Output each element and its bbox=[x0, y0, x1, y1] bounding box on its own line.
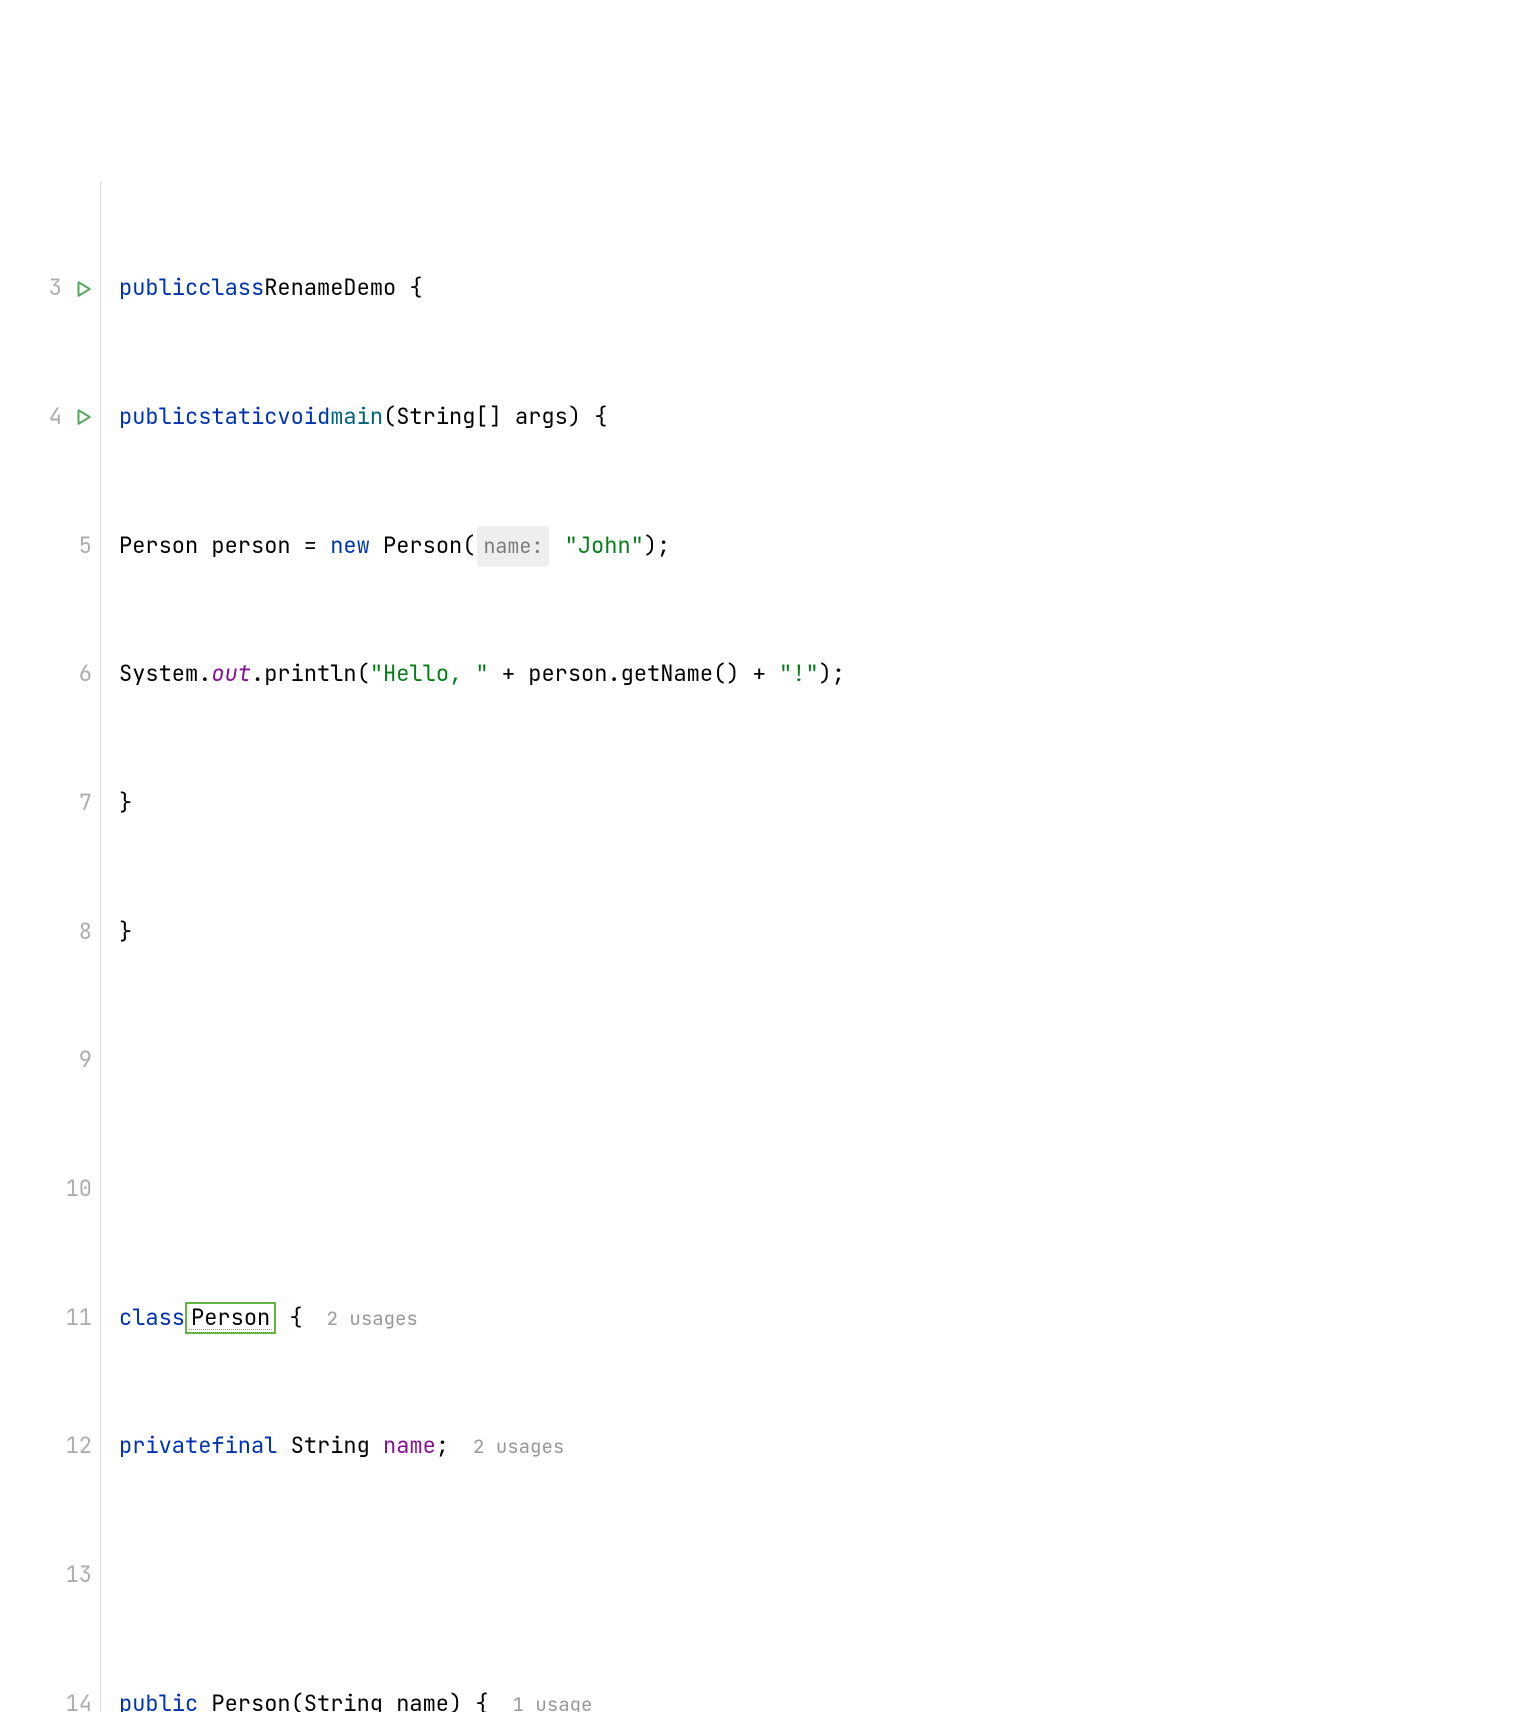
run-icon[interactable] bbox=[74, 280, 92, 298]
line-number: 9 bbox=[62, 1039, 92, 1082]
line-number: 4 bbox=[32, 396, 62, 439]
line-number: 3 bbox=[32, 267, 62, 310]
code-line bbox=[119, 1168, 1514, 1211]
code-line bbox=[119, 1039, 1514, 1082]
code-line: private final String name;2 usages bbox=[119, 1425, 1514, 1468]
run-icon[interactable] bbox=[74, 408, 92, 426]
line-number: 14 bbox=[62, 1683, 92, 1712]
usages-hint[interactable]: 2 usages bbox=[473, 1428, 564, 1465]
usages-hint[interactable]: 1 usage bbox=[513, 1686, 593, 1712]
code-line: public Person(String name) {1 usage bbox=[119, 1683, 1514, 1712]
code-line: System.out.println("Hello, " + person.ge… bbox=[119, 653, 1514, 696]
rename-refactor-input[interactable]: Person bbox=[185, 1302, 276, 1335]
code-line bbox=[119, 1554, 1514, 1597]
code-line: } bbox=[119, 782, 1514, 825]
line-number: 11 bbox=[62, 1297, 92, 1340]
gutter: 3 4 5 6 7 8 9 10 11 12 13 14 15 16 17 18… bbox=[0, 182, 100, 1712]
parameter-hint: name: bbox=[477, 526, 549, 567]
code-editor[interactable]: 3 4 5 6 7 8 9 10 11 12 13 14 15 16 17 18… bbox=[0, 172, 1514, 1712]
code-line: public static void main(String[] args) { bbox=[119, 396, 1514, 439]
line-number: 10 bbox=[62, 1168, 92, 1211]
code-area[interactable]: public class RenameDemo { public static … bbox=[100, 182, 1514, 1712]
usages-hint[interactable]: 2 usages bbox=[327, 1300, 418, 1337]
code-line: Person person = new Person(name: "John")… bbox=[119, 525, 1514, 568]
line-number: 5 bbox=[62, 525, 92, 568]
code-line: } bbox=[119, 911, 1514, 954]
code-line: class Person {2 usages bbox=[119, 1297, 1514, 1340]
line-number: 8 bbox=[62, 911, 92, 954]
line-number: 6 bbox=[62, 653, 92, 696]
line-number: 13 bbox=[62, 1554, 92, 1597]
line-number: 7 bbox=[62, 782, 92, 825]
code-line: public class RenameDemo { bbox=[119, 267, 1514, 310]
line-number: 12 bbox=[62, 1425, 92, 1468]
